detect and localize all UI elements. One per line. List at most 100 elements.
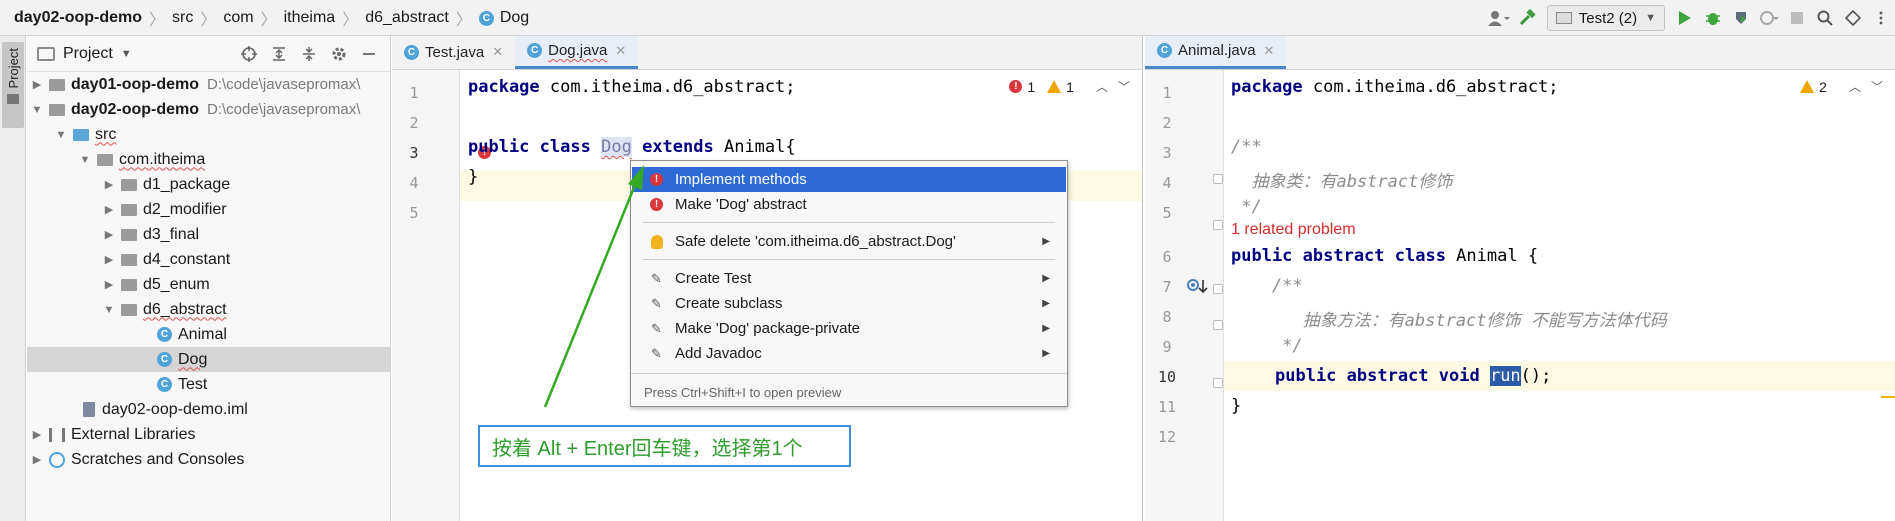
chevron-down-icon[interactable]: ﹀ [1118,78,1130,95]
chevron-up-icon[interactable]: ︿ [1096,78,1108,95]
inspection-widget[interactable]: ! 1 1 ︿ ﹀ [1009,78,1130,95]
fold-icon[interactable] [1213,174,1223,184]
chevron-right-icon[interactable]: ▶ [31,453,43,466]
code-line-4[interactable]: 抽象类：有abstract修饰 [1231,167,1452,192]
chevron-down-icon[interactable]: ▼ [79,154,91,166]
tree-node-iml-file[interactable]: day02-oop-demo.iml [27,397,390,422]
debug-bug-icon[interactable] [1699,4,1727,32]
vcs-user-icon[interactable] [1485,4,1513,32]
ide-services-icon[interactable] [1839,4,1867,32]
code-line-7[interactable]: /** [1231,276,1303,296]
run-configuration-select[interactable]: Test2 (2) ▼ [1546,5,1665,31]
chevron-right-icon[interactable]: ▶ [103,278,115,291]
build-hammer-icon[interactable] [1513,4,1541,32]
menu-item-add-javadoc[interactable]: ✎ Add Javadoc ▶ [632,341,1066,366]
warning-stripe-marker[interactable] [1881,396,1895,398]
chevron-down-icon[interactable]: ▼ [121,48,132,60]
locate-target-icon[interactable] [234,40,264,68]
menu-item-make-abstract[interactable]: ! Make 'Dog' abstract [632,192,1066,217]
code-line-8[interactable]: 抽象方法：有abstract修饰 不能写方法体代码 [1231,306,1667,331]
code-line-3[interactable]: public class Dog extends Animal{ [468,137,796,157]
chevron-down-icon[interactable]: ﹀ [1871,78,1883,95]
breadcrumb-item-src[interactable]: src [172,9,193,27]
chevron-right-icon[interactable]: ▶ [103,253,115,266]
code-text: com.itheima.d6_abstract; [539,77,796,97]
tree-node-dog[interactable]: C Dog [27,347,390,372]
tab-test-java[interactable]: C Test.java ✕ [392,36,515,69]
breadcrumb-item-project[interactable]: day02-oop-demo [14,9,142,27]
tree-node-src[interactable]: ▼ src [27,122,390,147]
menu-item-make-package-private[interactable]: ✎ Make 'Dog' package-private ▶ [632,316,1066,341]
run-icon[interactable] [1671,4,1699,32]
code-line-11[interactable]: } [1231,396,1241,416]
class-name-identifier[interactable]: Dog [601,137,632,157]
collapse-all-icon[interactable] [294,40,324,68]
fold-icon[interactable] [1213,320,1223,330]
breadcrumb-item-com[interactable]: com [223,9,253,27]
tree-node-external-libraries[interactable]: ▶ External Libraries [27,422,390,447]
gear-icon[interactable] [324,40,354,68]
tree-node-com-itheima[interactable]: ▼ com.itheima [27,147,390,172]
tree-node-animal[interactable]: C Animal [27,322,390,347]
chevron-down-icon[interactable]: ▼ [55,129,67,141]
tree-node-day01-oop-demo[interactable]: ▶ day01-oop-demo D:\code\javasepromax\ [27,72,390,97]
close-icon[interactable]: ✕ [492,44,503,60]
code-line-10[interactable]: public abstract void run(); [1275,366,1551,386]
project-panel-title[interactable]: Project [63,45,113,63]
tree-node-d5-enum[interactable]: ▶ d5_enum [27,272,390,297]
breadcrumb-separator: 〉 [455,12,472,29]
popup-footer-hint: Press Ctrl+Shift+I to open preview [644,385,842,400]
close-icon[interactable]: ✕ [1264,43,1275,59]
chevron-right-icon[interactable]: ▶ [103,178,115,191]
breadcrumb-item-itheima[interactable]: itheima [284,9,336,27]
code-line-5[interactable]: */ [1231,197,1261,217]
chevron-down-icon[interactable]: ▼ [103,304,115,316]
run-with-coverage-icon[interactable] [1727,4,1755,32]
tab-animal-java[interactable]: C Animal.java ✕ [1145,36,1287,69]
menu-item-implement-methods[interactable]: ! Implement methods [632,167,1066,192]
chevron-right-icon[interactable]: ▶ [31,428,43,441]
menu-item-safe-delete[interactable]: Safe delete 'com.itheima.d6_abstract.Dog… [632,229,1066,254]
tree-node-d6-abstract[interactable]: ▼ d6_abstract [27,297,390,322]
tree-node-d1-package[interactable]: ▶ d1_package [27,172,390,197]
inspection-widget[interactable]: 2 ︿ ﹀ [1800,78,1883,95]
code-line-3[interactable]: /** [1231,137,1262,157]
chevron-down-icon[interactable]: ▼ [31,104,43,116]
code-line-1[interactable]: package com.itheima.d6_abstract; [468,77,796,97]
tree-node-d3-final[interactable]: ▶ d3_final [27,222,390,247]
expand-all-icon[interactable] [264,40,294,68]
stop-icon[interactable] [1783,4,1811,32]
more-icon[interactable] [1867,4,1895,32]
search-icon[interactable] [1811,4,1839,32]
related-problem-hint[interactable]: 1 related problem [1231,221,1356,239]
tree-node-d4-constant[interactable]: ▶ d4_constant [27,247,390,272]
keyword: class [539,137,591,157]
breadcrumb-item-d6-abstract[interactable]: d6_abstract [365,9,449,27]
tree-node-d2-modifier[interactable]: ▶ d2_modifier [27,197,390,222]
close-icon[interactable]: ✕ [615,43,626,59]
chevron-right-icon[interactable]: ▶ [31,78,43,91]
hide-minus-icon[interactable] [354,40,384,68]
project-tool-window-tab[interactable]: Project [2,42,24,128]
breadcrumb-item-dog[interactable]: C Dog [478,9,529,27]
code-line-1[interactable]: package com.itheima.d6_abstract; [1231,77,1559,97]
code-line-9[interactable]: */ [1231,336,1302,356]
fold-icon[interactable] [1213,284,1223,294]
tree-node-scratches[interactable]: ▶ Scratches and Consoles [27,447,390,472]
chevron-right-icon[interactable]: ▶ [103,228,115,241]
method-name-highlight[interactable]: run [1489,366,1521,386]
tree-node-day02-oop-demo[interactable]: ▼ day02-oop-demo D:\code\javasepromax\ [27,97,390,122]
code-line-6[interactable]: public abstract class Animal { [1231,246,1538,266]
tree-node-test[interactable]: C Test [27,372,390,397]
chevron-right-icon[interactable]: ▶ [103,203,115,216]
implemented-override-icon[interactable] [1187,278,1209,296]
menu-item-create-subclass[interactable]: ✎ Create subclass ▶ [632,291,1066,316]
fold-icon[interactable] [1213,378,1223,388]
chevron-up-icon[interactable]: ︿ [1849,78,1861,95]
code-line-4[interactable]: } [468,167,478,187]
profiler-icon[interactable] [1755,4,1783,32]
tab-dog-java[interactable]: C Dog.java ✕ [515,36,639,69]
fold-icon[interactable] [1213,220,1223,230]
module-folder-icon [49,103,65,116]
menu-item-create-test[interactable]: ✎ Create Test ▶ [632,266,1066,291]
